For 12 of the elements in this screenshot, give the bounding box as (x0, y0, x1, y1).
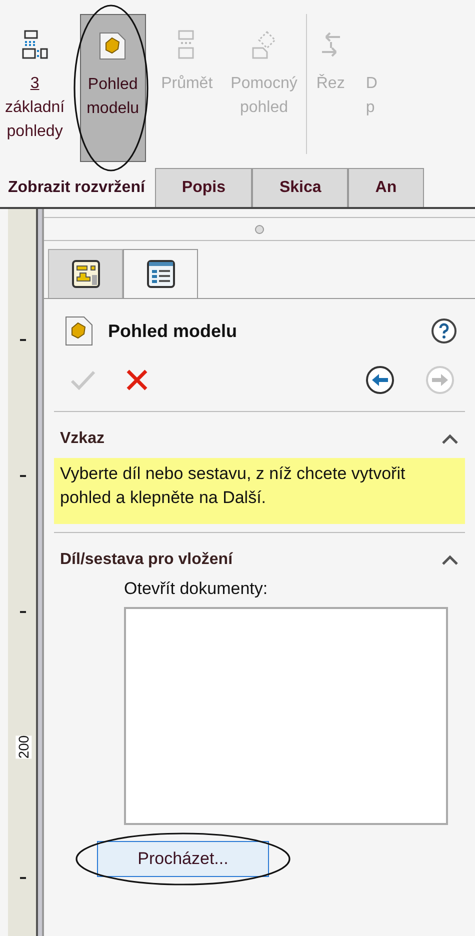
browse-button[interactable]: Procházet... (97, 841, 269, 877)
section-title: Díl/sestava pro vložení (60, 551, 233, 569)
ribbon-button[interactable]: 3 základní pohledy (2, 14, 68, 162)
ribbon-tab[interactable]: An (348, 168, 424, 207)
ruler-label: 200 (16, 735, 32, 759)
section-title: Vzkaz (60, 430, 104, 448)
message-text: Vyberte díl nebo sestavu, z níž chcete vytvořit pohled a klepněte na Další. (54, 458, 465, 524)
ribbon-button[interactable]: Pohled modelu (80, 14, 146, 162)
panel-title: Pohled modelu (108, 320, 238, 342)
ribbon-tab[interactable]: Skica (252, 168, 348, 207)
ribbon-tab[interactable]: Popis (154, 168, 252, 207)
field-label: Otevřít dokumenty: (124, 579, 268, 599)
